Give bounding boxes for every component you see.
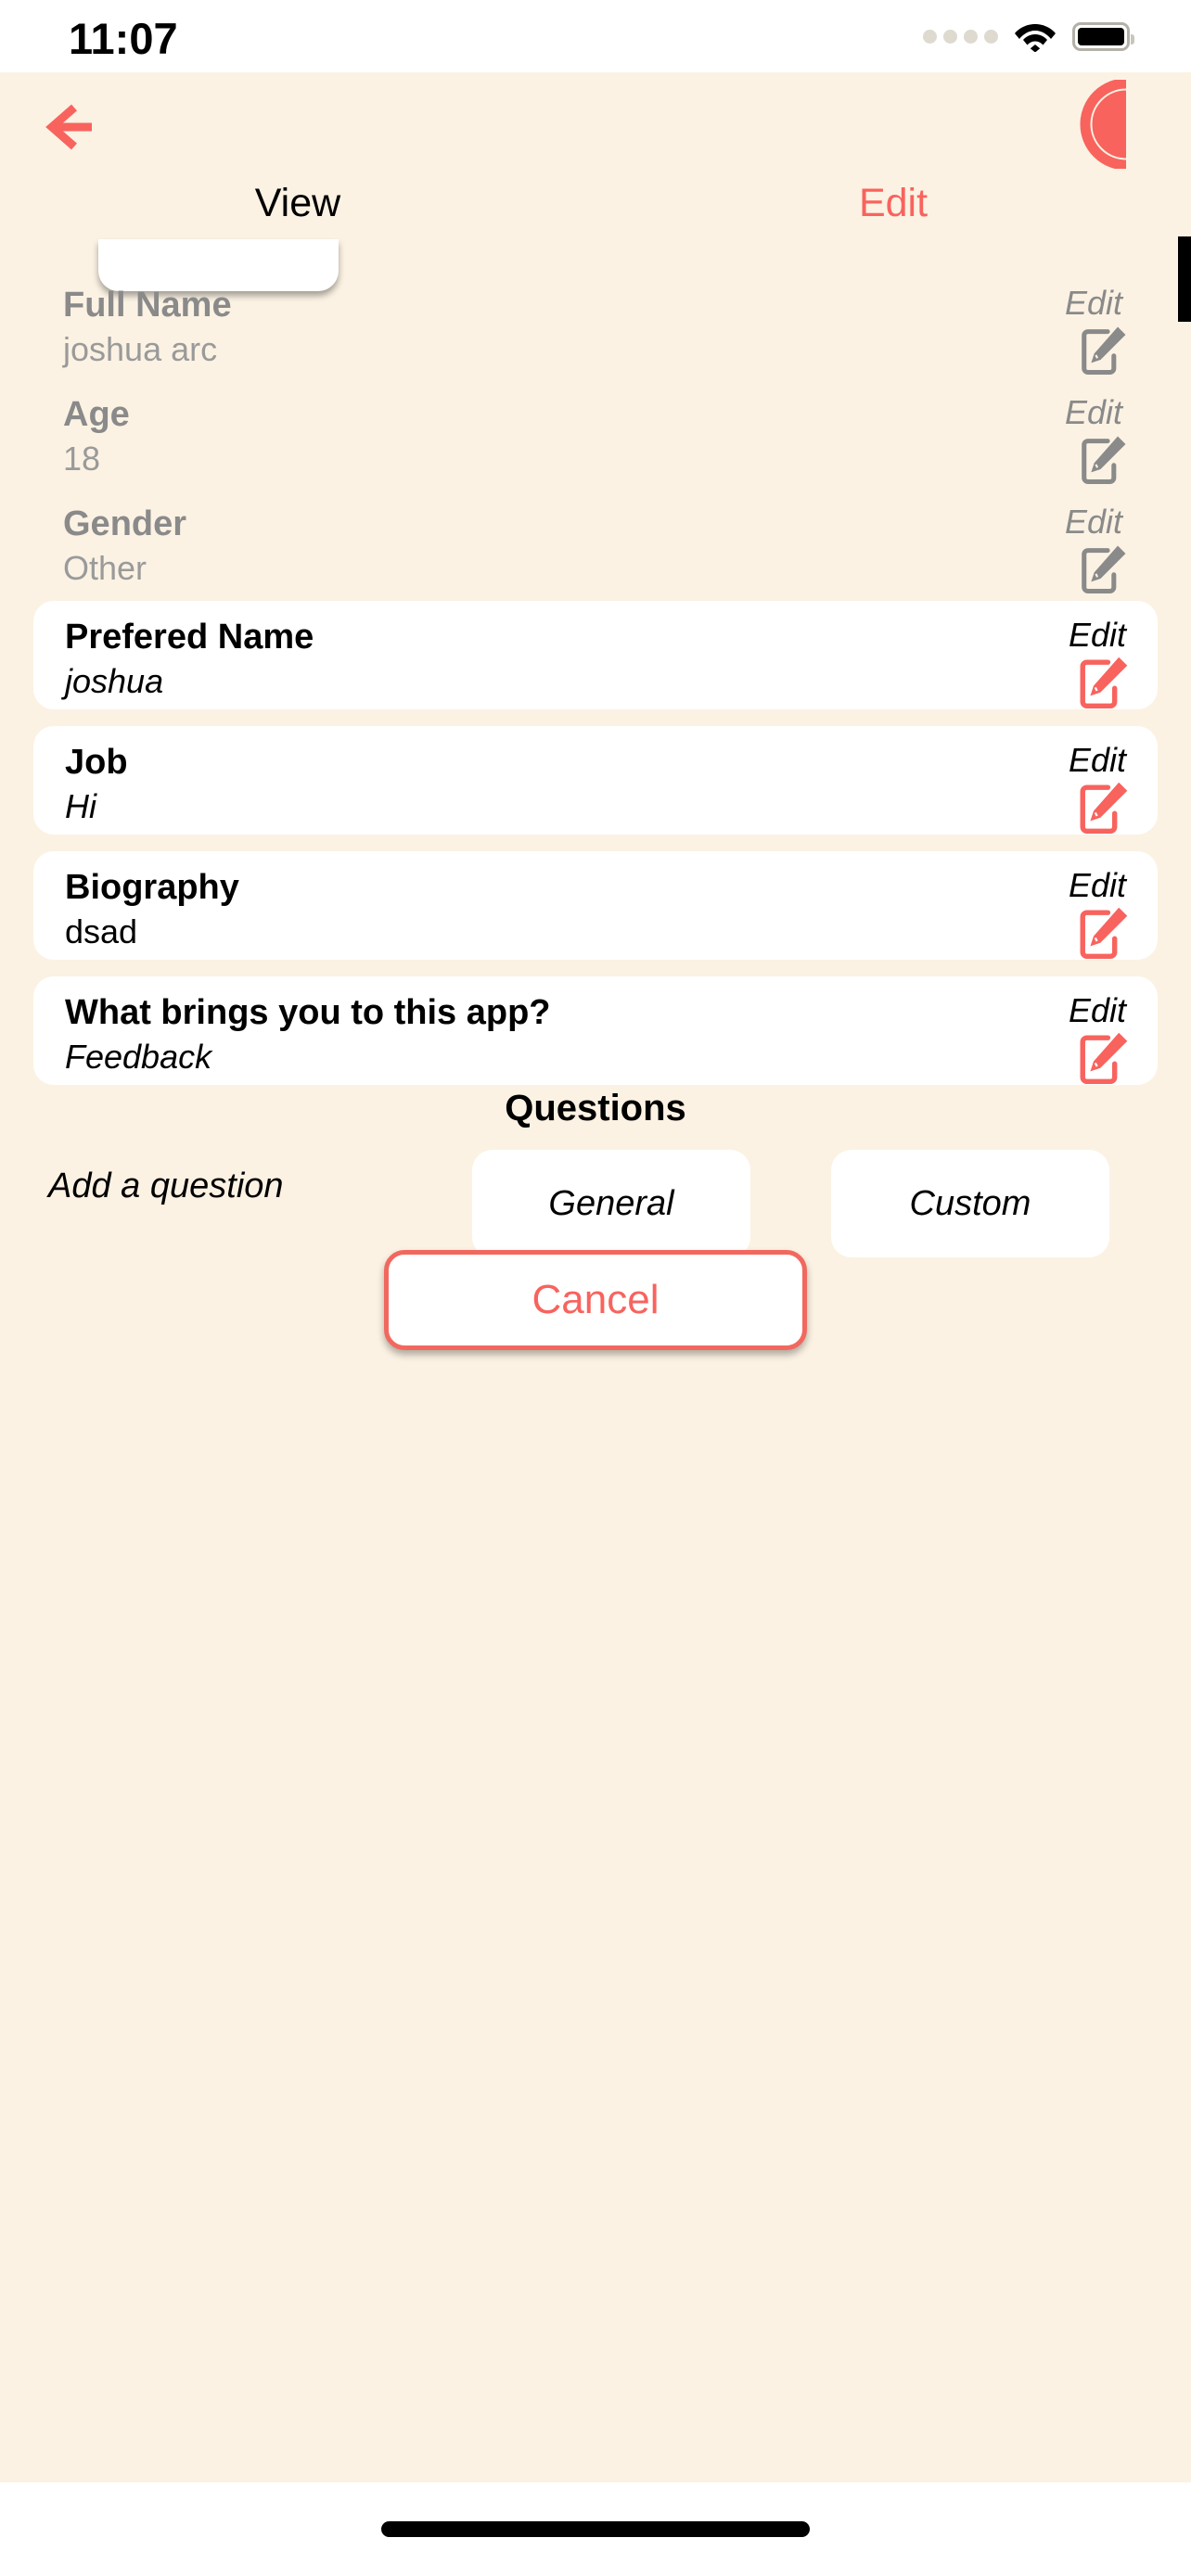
field-edit-label: Edit <box>1068 991 1126 1029</box>
field-value: dsad <box>65 912 138 950</box>
tab-view[interactable]: View <box>0 176 596 241</box>
app-content: View Edit Full Name joshua arc Edit Age … <box>0 72 1191 2482</box>
back-button[interactable] <box>41 96 102 158</box>
field-value: joshua arc <box>63 330 218 368</box>
add-a-question-label: Add a question <box>48 1167 284 1205</box>
field-label: Biography <box>65 868 239 907</box>
field-value: Hi <box>65 787 96 825</box>
scroll-indicator[interactable] <box>1178 236 1191 322</box>
field-edit-label: Edit <box>1068 741 1126 779</box>
tab-edit[interactable]: Edit <box>596 176 1191 241</box>
field-row-age[interactable]: Age 18 Edit <box>63 393 1128 497</box>
wifi-icon <box>1015 24 1056 52</box>
field-row-full-name[interactable]: Full Name joshua arc Edit <box>63 284 1128 388</box>
navigation-bar <box>0 72 1191 184</box>
cancel-button[interactable]: Cancel <box>384 1250 807 1350</box>
field-value: Feedback <box>65 1038 212 1076</box>
field-edit-label: Edit <box>1064 503 1122 541</box>
field-edit-label: Edit <box>1064 393 1122 431</box>
status-bar-time: 11:07 <box>69 14 178 63</box>
add-custom-question-button[interactable]: Custom <box>831 1150 1109 1257</box>
phone-screen: 11:07 View Edit Full Name joshua arc Edi… <box>0 0 1191 2576</box>
edit-pencil-icon[interactable] <box>1078 543 1128 593</box>
scrolled-partial-card <box>98 239 339 291</box>
field-label: Gender <box>63 504 187 543</box>
view-edit-tabs: View Edit <box>0 176 1191 241</box>
field-value: Other <box>63 549 147 587</box>
field-value: 18 <box>63 440 101 478</box>
field-edit-label: Edit <box>1064 284 1122 322</box>
edit-pencil-icon[interactable] <box>1076 1030 1130 1084</box>
field-label: What brings you to this app? <box>65 993 551 1032</box>
edit-pencil-icon[interactable] <box>1078 325 1128 375</box>
edit-pencil-icon[interactable] <box>1076 655 1130 708</box>
edit-pencil-icon[interactable] <box>1076 905 1130 959</box>
field-card-what-brings-you[interactable]: What brings you to this app? Feedback Ed… <box>33 976 1158 1085</box>
battery-full-icon <box>1072 21 1134 51</box>
field-value: joshua <box>65 662 164 700</box>
back-arrow-icon <box>45 104 92 150</box>
home-indicator[interactable] <box>381 2521 810 2537</box>
field-card-job[interactable]: Job Hi Edit <box>33 726 1158 835</box>
field-card-prefered-name[interactable]: Prefered Name joshua Edit <box>33 601 1158 709</box>
status-bar-indicators <box>923 20 1134 52</box>
field-edit-label: Edit <box>1068 616 1126 654</box>
questions-section-title: Questions <box>505 1088 686 1129</box>
status-bar: 11:07 <box>0 0 1191 72</box>
add-general-question-button[interactable]: General <box>472 1150 750 1257</box>
field-label: Job <box>65 743 128 782</box>
app-logo-button[interactable] <box>1067 78 1143 171</box>
field-label: Full Name <box>63 286 232 325</box>
edit-pencil-icon[interactable] <box>1078 434 1128 484</box>
app-logo-icon <box>1080 78 1127 171</box>
field-label: Prefered Name <box>65 618 314 657</box>
field-label: Age <box>63 395 130 434</box>
edit-pencil-icon[interactable] <box>1076 780 1130 834</box>
home-indicator-area <box>0 2482 1191 2576</box>
field-row-gender[interactable]: Gender Other Edit <box>63 503 1128 606</box>
signal-dots-icon <box>923 29 998 44</box>
field-card-biography[interactable]: Biography dsad Edit <box>33 851 1158 960</box>
field-edit-label: Edit <box>1068 866 1126 904</box>
